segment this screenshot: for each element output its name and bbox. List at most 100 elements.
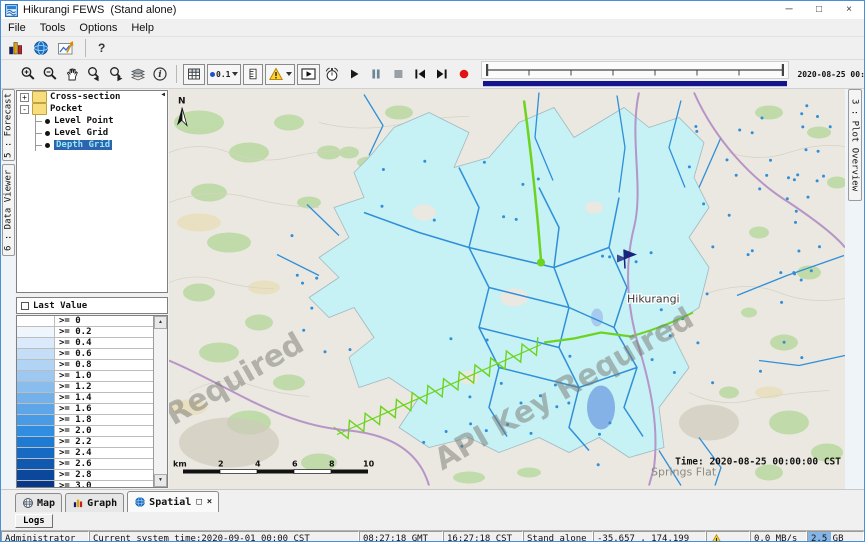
legend-swatch xyxy=(17,382,55,392)
legend-label: >= 1.0 xyxy=(55,371,92,381)
spatial-display-button[interactable] xyxy=(55,37,77,59)
legend-swatch xyxy=(17,448,55,458)
close-button[interactable]: × xyxy=(834,1,864,19)
panel-collapse-handle[interactable]: ◀ xyxy=(161,92,165,98)
legend-row[interactable]: >= 3.0 xyxy=(17,481,154,487)
chevron-down-icon xyxy=(232,72,238,76)
menu-help[interactable]: Help xyxy=(124,22,161,34)
tree-item-label: Level Grid xyxy=(54,128,108,138)
status-memory: 2.5 GB xyxy=(807,531,864,542)
map-display-button[interactable] xyxy=(30,37,52,59)
grid-toggle-button[interactable] xyxy=(183,64,205,85)
step-back-button[interactable] xyxy=(409,63,431,85)
tab-plot-overview[interactable]: 3 : Plot Overview xyxy=(848,89,862,201)
legend-row[interactable]: >= 0.4 xyxy=(17,338,154,349)
last-value-row: Last Value xyxy=(16,297,168,314)
globe-wire-icon xyxy=(22,497,34,509)
status-local-time: 16:27:18 CST xyxy=(443,531,523,542)
info-button[interactable]: i xyxy=(149,63,171,85)
pan-hand-button[interactable] xyxy=(61,63,83,85)
legend-swatch xyxy=(17,415,55,425)
legend-row[interactable]: >= 1.4 xyxy=(17,393,154,404)
tab-map[interactable]: Map xyxy=(15,493,62,512)
legend-row[interactable]: >= 2.8 xyxy=(17,470,154,481)
legend-row[interactable]: >= 1.6 xyxy=(17,404,154,415)
legend-label: >= 1.8 xyxy=(55,415,92,425)
legend-row[interactable]: >= 1.2 xyxy=(17,382,154,393)
left-panel: ◀ + Cross-section - Pocket Level Point xyxy=(15,89,169,489)
legend-scrollbar[interactable]: ▲ ▼ xyxy=(153,316,167,487)
warnings-dropdown[interactable] xyxy=(265,64,295,85)
tree-item-cross-section[interactable]: + Cross-section xyxy=(17,91,167,103)
tab-spatial[interactable]: Spatial □ × xyxy=(127,491,219,512)
status-gmt-time: 08:27:18 GMT xyxy=(359,531,443,542)
stop-button[interactable] xyxy=(387,63,409,85)
step-forward-button[interactable] xyxy=(431,63,453,85)
legend-row[interactable]: >= 2.4 xyxy=(17,448,154,459)
play-button[interactable] xyxy=(343,63,365,85)
tab-spatial-label: Spatial xyxy=(149,497,191,508)
legend-swatch xyxy=(17,327,55,337)
legend-row[interactable]: >= 2.6 xyxy=(17,459,154,470)
menu-file[interactable]: File xyxy=(1,22,33,34)
legend-label: >= 2.4 xyxy=(55,448,92,458)
tree-item-depth-grid[interactable]: Depth Grid xyxy=(36,139,167,151)
time-slider[interactable] xyxy=(481,61,789,87)
status-mode: Stand alone xyxy=(523,531,593,542)
record-button[interactable] xyxy=(453,63,475,85)
map-view[interactable]: API Key Required API Key Required Hikura… xyxy=(169,89,845,489)
menu-tools[interactable]: Tools xyxy=(33,22,73,34)
svg-text:4: 4 xyxy=(255,460,261,469)
legend-row[interactable]: >= 2.2 xyxy=(17,437,154,448)
tab-forecast[interactable]: 5 : Forecast xyxy=(2,89,15,161)
tab-graph[interactable]: Graph xyxy=(65,493,124,512)
status-warning-cell xyxy=(706,531,750,542)
logs-button[interactable]: Logs xyxy=(15,514,53,528)
bullet-icon xyxy=(45,131,50,136)
tree-item-level-grid[interactable]: Level Grid xyxy=(36,127,167,139)
legend-swatch xyxy=(17,316,55,326)
map-canvas[interactable]: API Key Required API Key Required Hikura… xyxy=(169,89,845,489)
legend-row[interactable]: >= 2.0 xyxy=(17,426,154,437)
animation-timer-button[interactable] xyxy=(321,63,343,85)
maximize-button[interactable]: □ xyxy=(804,1,834,19)
tree-item-level-point[interactable]: Level Point xyxy=(36,115,167,127)
svg-text:N: N xyxy=(178,97,186,107)
time-series-display-button[interactable] xyxy=(5,37,27,59)
scale-ruler-button[interactable] xyxy=(243,64,263,85)
animation-screen-button[interactable] xyxy=(297,64,320,85)
legend-row[interactable]: >= 1.0 xyxy=(17,371,154,382)
legend-row[interactable]: >= 0 xyxy=(17,316,154,327)
legend-row[interactable]: >= 0.6 xyxy=(17,349,154,360)
tree-item-pocket[interactable]: - Pocket xyxy=(17,103,167,115)
zoom-previous-button[interactable] xyxy=(83,63,105,85)
label-dot-icon xyxy=(210,72,215,77)
help-button[interactable]: ? xyxy=(94,41,109,55)
legend-swatch xyxy=(17,470,55,480)
tab-close-icon[interactable]: × xyxy=(207,497,212,507)
legend-row[interactable]: >= 0.2 xyxy=(17,327,154,338)
scroll-up-icon[interactable]: ▲ xyxy=(154,316,167,329)
pause-button[interactable] xyxy=(365,63,387,85)
legend-label: >= 1.4 xyxy=(55,393,92,403)
tab-maximize-icon[interactable]: □ xyxy=(196,497,201,507)
zoom-next-button[interactable] xyxy=(105,63,127,85)
bottom-tab-bar: Map Graph Spatial □ × xyxy=(1,489,864,512)
zoom-out-button[interactable] xyxy=(39,63,61,85)
tree-connector xyxy=(36,133,42,134)
legend-label: >= 1.6 xyxy=(55,404,92,414)
legend-row[interactable]: >= 0.8 xyxy=(17,360,154,371)
menu-options[interactable]: Options xyxy=(72,22,124,34)
layers-button[interactable] xyxy=(127,63,149,85)
legend-label: >= 2.2 xyxy=(55,437,92,447)
last-value-checkbox[interactable] xyxy=(21,302,29,310)
zoom-in-button[interactable] xyxy=(17,63,39,85)
minimize-button[interactable]: ─ xyxy=(774,1,804,19)
contour-label-dropdown[interactable]: 0.1 xyxy=(207,64,241,85)
collapse-icon[interactable]: - xyxy=(20,105,29,114)
expand-icon[interactable]: + xyxy=(20,93,29,102)
legend-row[interactable]: >= 1.8 xyxy=(17,415,154,426)
scroll-down-icon[interactable]: ▼ xyxy=(154,474,167,487)
tab-data-viewer[interactable]: 6 : Data Viewer xyxy=(2,164,15,256)
legend-swatch xyxy=(17,459,55,469)
